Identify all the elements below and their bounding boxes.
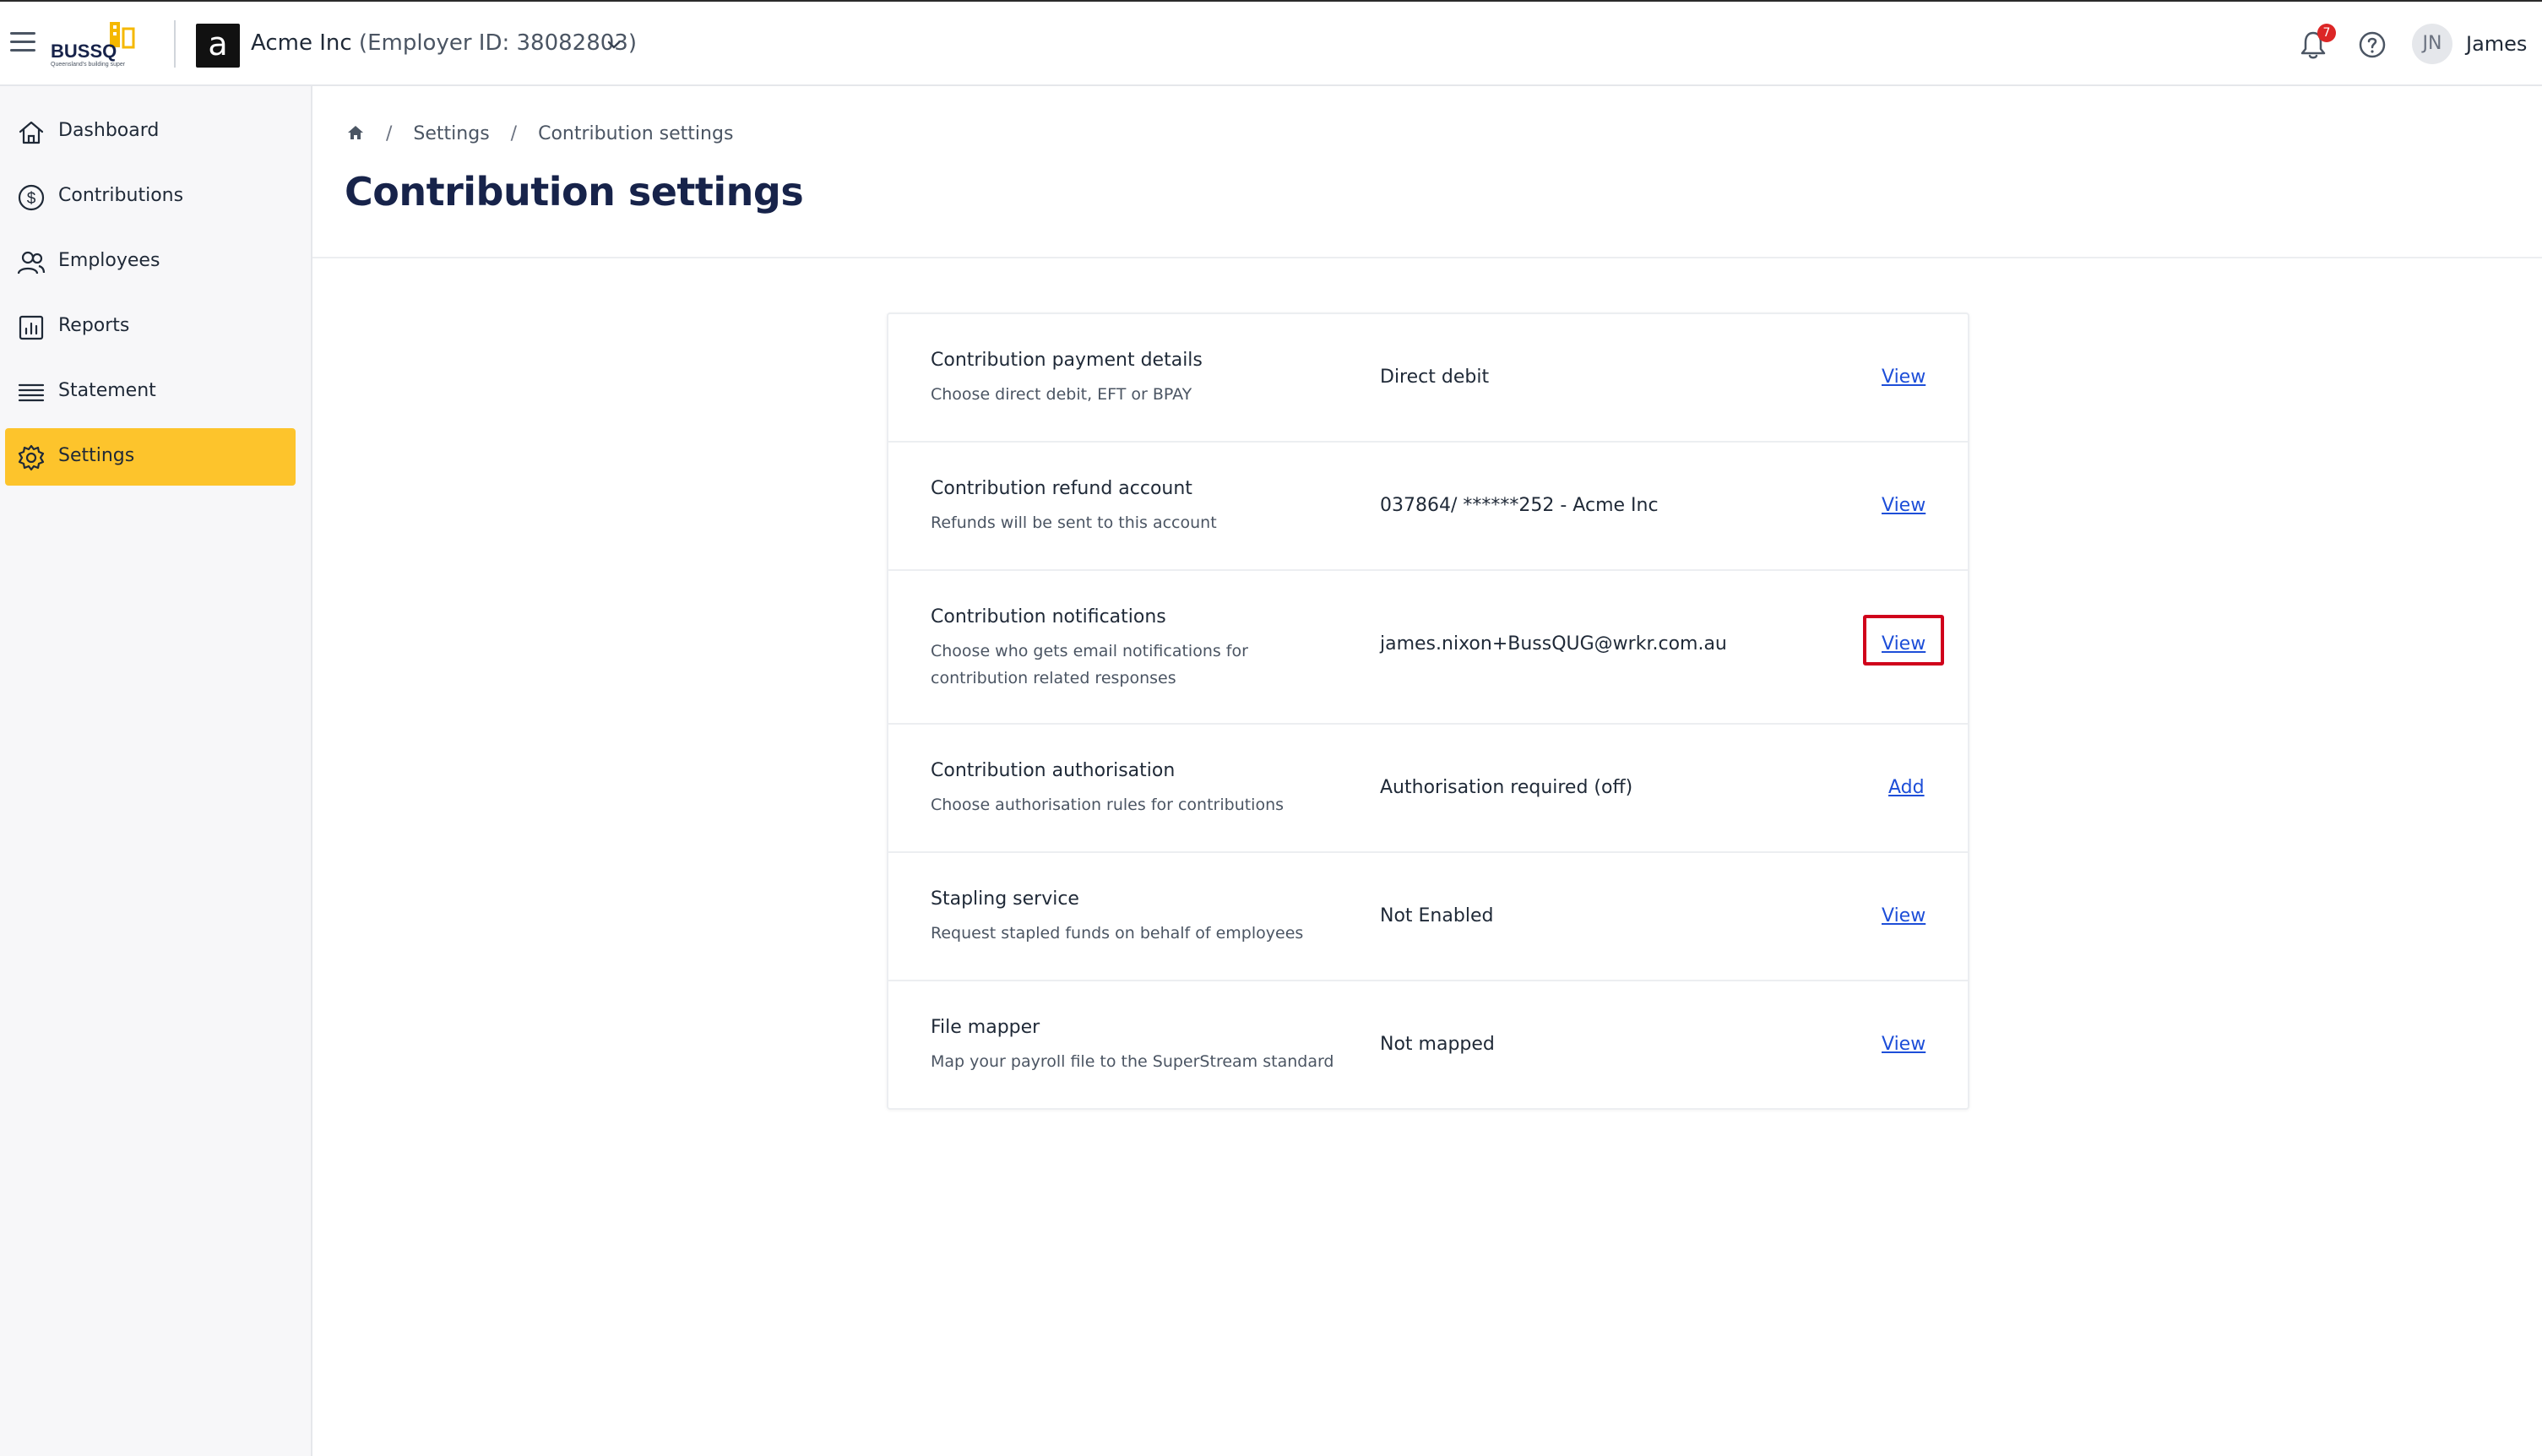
header-divider [312,257,2542,258]
org-employer-id: (Employer ID: 38082803) [358,30,637,56]
svg-text:$: $ [27,190,36,208]
sidebar-item-employees[interactable]: Employees [5,233,296,291]
gear-icon [18,444,45,471]
settings-row-file-mapper: File mapper Map your payroll file to the… [888,981,1968,1108]
logo-text: BUSSQ [51,41,117,62]
logo-divider [174,20,176,68]
dollar-icon: $ [18,184,45,211]
row-description: Request stapled funds on behalf of emplo… [931,924,1304,943]
top-bar: BUSSQ Queensland's building super a Acme… [0,0,2542,86]
row-title: Contribution notifications [931,606,1166,627]
page-title: Contribution settings [345,169,804,215]
sidebar-item-label: Employees [58,250,160,271]
sidebar-item-label: Statement [58,380,156,401]
view-file-mapper-link[interactable]: View [1882,1034,1926,1055]
row-description: Choose direct debit, EFT or BPAY [931,385,1192,404]
settings-row-notifications: Contribution notifications Choose who ge… [888,571,1968,725]
row-description: Choose authorisation rules for contribut… [931,796,1285,814]
sidebar-item-label: Contributions [58,185,184,206]
add-authorisation-link[interactable]: Add [1888,777,1925,798]
logo-tagline: Queensland's building super [51,62,126,68]
row-description: Map your payroll file to the SuperStream… [931,1052,1334,1071]
row-title: Contribution payment details [931,350,1203,371]
view-refund-account-link[interactable]: View [1882,495,1926,516]
row-value: 037864/ ******252 - Acme Inc [1380,495,1659,516]
list-icon [18,383,45,402]
notification-badge: 7 [2317,24,2336,42]
row-value: james.nixon+BussQUG@wrkr.com.au [1380,633,1727,655]
sidebar-item-label: Dashboard [58,120,160,141]
row-description: Refunds will be sent to this account [931,513,1217,532]
row-value: Not mapped [1380,1034,1495,1055]
row-description: Choose who gets email notifications for … [931,642,1248,687]
row-title: Contribution refund account [931,478,1192,499]
settings-row-stapling: Stapling service Request stapled funds o… [888,853,1968,981]
settings-row-payment-details: Contribution payment details Choose dire… [888,314,1968,443]
view-notifications-link[interactable]: View [1882,633,1926,655]
breadcrumb: / Settings / Contribution settings [346,123,733,144]
help-icon[interactable] [2358,30,2387,59]
home-icon[interactable] [346,123,365,142]
sidebar-item-settings[interactable]: Settings [5,428,296,486]
menu-icon[interactable] [10,32,35,52]
users-icon [17,251,46,274]
org-name: Acme Inc [251,30,352,56]
sidebar-item-reports[interactable]: Reports [5,298,296,356]
settings-card: Contribution payment details Choose dire… [887,312,1969,1110]
row-value: Direct debit [1380,367,1490,388]
sidebar-item-dashboard[interactable]: Dashboard [5,103,296,160]
row-value: Not Enabled [1380,905,1494,926]
row-title: Contribution authorisation [931,760,1176,781]
sidebar-item-contributions[interactable]: $ Contributions [5,168,296,225]
row-value: Authorisation required (off) [1380,777,1633,798]
org-selector[interactable]: Acme Inc (Employer ID: 38082803) [251,30,637,56]
report-icon [19,315,44,340]
settings-row-refund-account: Contribution refund account Refunds will… [888,443,1968,571]
user-name[interactable]: James [2466,32,2527,56]
breadcrumb-settings[interactable]: Settings [413,123,489,144]
user-avatar[interactable]: JN [2412,24,2452,64]
row-title: Stapling service [931,888,1079,910]
org-avatar: a [196,24,240,68]
breadcrumb-current: Contribution settings [538,123,734,144]
sidebar-item-statement[interactable]: Statement [5,363,296,421]
breadcrumb-separator: / [510,123,518,144]
sidebar-item-label: Reports [58,315,130,336]
view-payment-details-link[interactable]: View [1882,367,1926,388]
settings-row-authorisation: Contribution authorisation Choose author… [888,725,1968,853]
home-icon [19,121,44,144]
sidebar-item-label: Settings [58,445,135,466]
view-stapling-link[interactable]: View [1882,905,1926,926]
sidebar: Dashboard $ Contributions Employees Repo… [0,86,312,1456]
bussq-logo[interactable]: BUSSQ Queensland's building super [51,20,155,68]
chevron-down-icon[interactable] [605,35,623,54]
row-title: File mapper [931,1017,1040,1038]
breadcrumb-separator: / [386,123,393,144]
